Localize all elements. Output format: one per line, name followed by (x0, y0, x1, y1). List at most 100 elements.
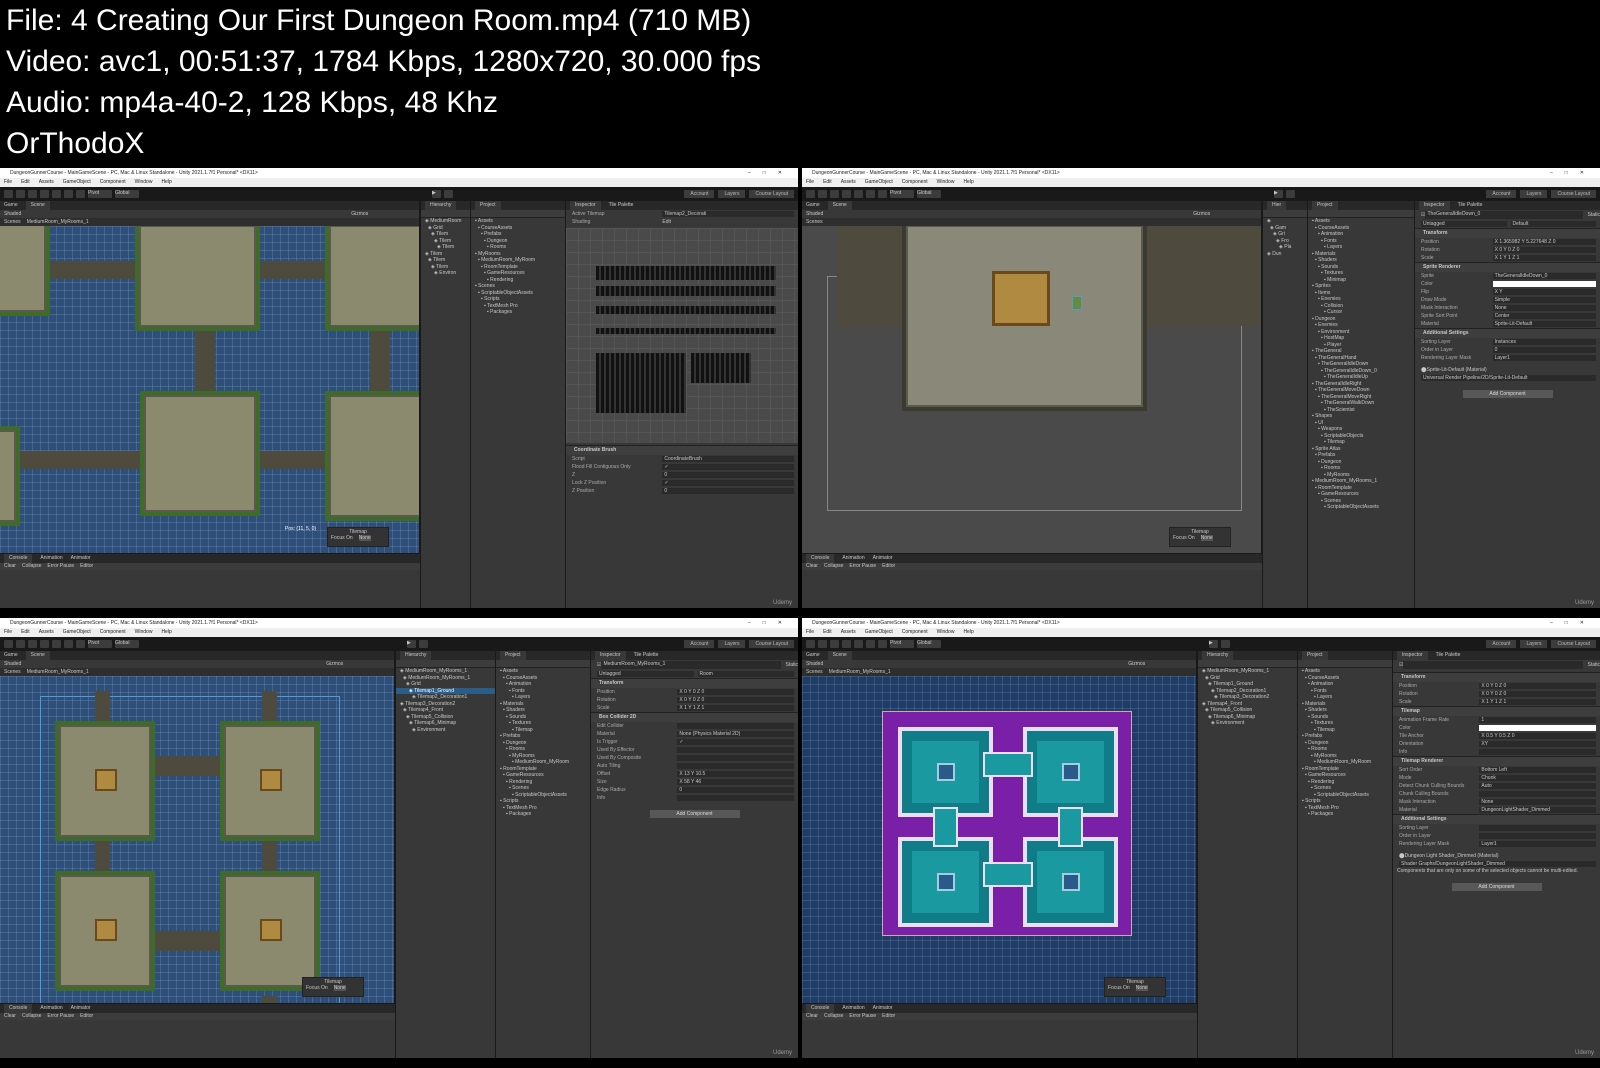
hierarchy-item[interactable]: ◈ Environment (396, 727, 495, 734)
tab-project[interactable]: Project (1302, 651, 1328, 660)
console-collapse-button[interactable]: Collapse (22, 1013, 41, 1020)
play-button[interactable]: ▶ (407, 640, 416, 648)
search-bar[interactable] (496, 660, 590, 668)
menu-assets[interactable]: Assets (39, 628, 54, 637)
tool-button[interactable] (830, 640, 839, 648)
component-header[interactable]: Transform (1415, 228, 1600, 238)
property-value[interactable]: X 1 Y 1 Z 1 (1479, 699, 1596, 705)
menu-edit[interactable]: Edit (21, 178, 30, 187)
layout-dropdown[interactable]: Course Layout (1551, 640, 1596, 648)
shading-dropdown[interactable]: Shaded (4, 210, 21, 218)
property-value[interactable]: 0 (662, 488, 794, 494)
add-component-button[interactable]: Add Component (1451, 882, 1542, 891)
property-value[interactable] (1479, 725, 1596, 731)
property-value[interactable]: X 1 Y 1 Z 1 (677, 705, 794, 711)
pivot-button[interactable]: Pivot (890, 190, 914, 198)
object-name-field[interactable]: MediumRoom_MyRooms_1 (601, 661, 782, 669)
tool-button[interactable] (842, 640, 851, 648)
component-header[interactable]: Additional Settings (1415, 328, 1600, 338)
pause-button[interactable] (444, 190, 453, 198)
search-bar[interactable] (471, 210, 565, 218)
menu-window[interactable]: Window (135, 628, 153, 637)
tab-project[interactable]: Project (475, 201, 501, 210)
property-value[interactable]: 1 (1479, 717, 1596, 723)
focus-on-dropdown[interactable]: None (358, 535, 371, 541)
project-item[interactable]: ▪ Packages (1298, 811, 1392, 818)
property-value[interactable]: X Y (1492, 289, 1596, 295)
property-value[interactable]: 0 (1492, 347, 1596, 353)
tool-button[interactable] (4, 640, 13, 648)
tag-dropdown[interactable]: Untagged (1421, 221, 1507, 227)
tool-button[interactable] (854, 190, 863, 198)
property-value[interactable]: None (1492, 305, 1596, 311)
breadcrumb-prefab[interactable]: MediumRoom_MyRooms_1 (27, 668, 89, 676)
tool-button[interactable] (52, 190, 61, 198)
property-value[interactable]: ✓ (662, 480, 794, 486)
menu-gameobject[interactable]: GameObject (63, 628, 91, 637)
tab-project[interactable]: Project (1312, 201, 1338, 210)
shader-dropdown[interactable]: Universal Render Pipeline/2D/Sprite-Lit-… (1421, 375, 1596, 381)
property-value[interactable]: Bottom Left (1479, 767, 1596, 773)
search-bar[interactable] (421, 210, 470, 218)
tool-button[interactable] (64, 640, 73, 648)
console-error-pause-button[interactable]: Error Pause (849, 563, 876, 570)
console-editor-button[interactable]: Editor (882, 563, 895, 570)
play-button[interactable]: ▶ (1274, 190, 1283, 198)
shading-dropdown[interactable]: Shaded (806, 660, 823, 668)
tab-hierarchy[interactable]: Hierarchy (400, 651, 432, 660)
tab-tile-palette[interactable]: Tile Palette (1436, 651, 1461, 660)
menu-component[interactable]: Component (100, 178, 126, 187)
menu-gameobject[interactable]: GameObject (865, 628, 893, 637)
console-collapse-button[interactable]: Collapse (22, 563, 41, 570)
add-component-button[interactable]: Add Component (1462, 390, 1553, 398)
tool-button[interactable] (76, 640, 85, 648)
menu-help[interactable]: Help (963, 178, 973, 187)
component-header[interactable]: Transform (1393, 672, 1600, 682)
tab-inspector[interactable]: Inspector (1397, 651, 1428, 660)
tab-animator[interactable]: Animator (873, 1004, 893, 1013)
property-value[interactable] (677, 723, 794, 729)
tab-tile-palette[interactable]: Tile Palette (634, 651, 659, 660)
property-value[interactable] (677, 747, 794, 753)
layers-dropdown[interactable]: Layers (1520, 640, 1548, 648)
pause-button[interactable] (1286, 190, 1295, 198)
menu-file[interactable]: File (806, 178, 814, 187)
menu-help[interactable]: Help (161, 628, 171, 637)
breadcrumb-prefab[interactable]: MediumRoom_MyRooms_1 (829, 668, 891, 676)
palette-tiles[interactable] (596, 266, 776, 280)
focus-on-dropdown[interactable]: None (333, 985, 346, 991)
property-value[interactable]: X 0 Y 0 Z 0 (1479, 683, 1596, 689)
component-header[interactable]: Box Collider 2D (591, 712, 798, 722)
pivot-button[interactable]: Pivot (88, 640, 112, 648)
object-name-field[interactable]: TheGeneralIdleDown_0 (1425, 211, 1584, 219)
console-collapse-button[interactable]: Collapse (824, 1013, 843, 1020)
tab-inspector[interactable]: Inspector (1419, 201, 1450, 210)
console-error-pause-button[interactable]: Error Pause (47, 1013, 74, 1020)
component-header[interactable]: Tilemap Renderer (1393, 756, 1600, 766)
tool-button[interactable] (854, 640, 863, 648)
property-value[interactable]: Center (1492, 313, 1596, 319)
tab-scene[interactable]: Scene (827, 201, 852, 210)
console-clear-button[interactable]: Clear (4, 1013, 16, 1020)
add-component-button[interactable]: Add Component (649, 810, 740, 818)
property-value[interactable]: X 0 Y 0 Z 0 (1479, 691, 1596, 697)
shading-dropdown[interactable]: Shaded (4, 660, 21, 668)
property-value[interactable]: XY (1479, 741, 1596, 747)
menu-component[interactable]: Component (902, 628, 928, 637)
property-value[interactable] (1479, 825, 1596, 831)
property-value[interactable]: Instances (1492, 339, 1596, 345)
layers-dropdown[interactable]: Layers (718, 640, 746, 648)
palette-tiles[interactable] (596, 286, 776, 296)
layer-dropdown[interactable]: Room (697, 671, 794, 677)
account-dropdown[interactable]: Account (1486, 640, 1517, 648)
global-button[interactable]: Global (917, 640, 941, 648)
static-toggle[interactable]: Static (785, 660, 798, 670)
component-header[interactable]: Sprite Renderer (1415, 262, 1600, 272)
search-bar[interactable] (1308, 210, 1414, 218)
tab-console[interactable]: Console (4, 1004, 33, 1013)
menu-assets[interactable]: Assets (841, 628, 856, 637)
global-button[interactable]: Global (115, 190, 139, 198)
console-editor-button[interactable]: Editor (80, 1013, 93, 1020)
property-value[interactable] (1492, 281, 1596, 287)
tab-animator[interactable]: Animator (71, 1004, 91, 1013)
